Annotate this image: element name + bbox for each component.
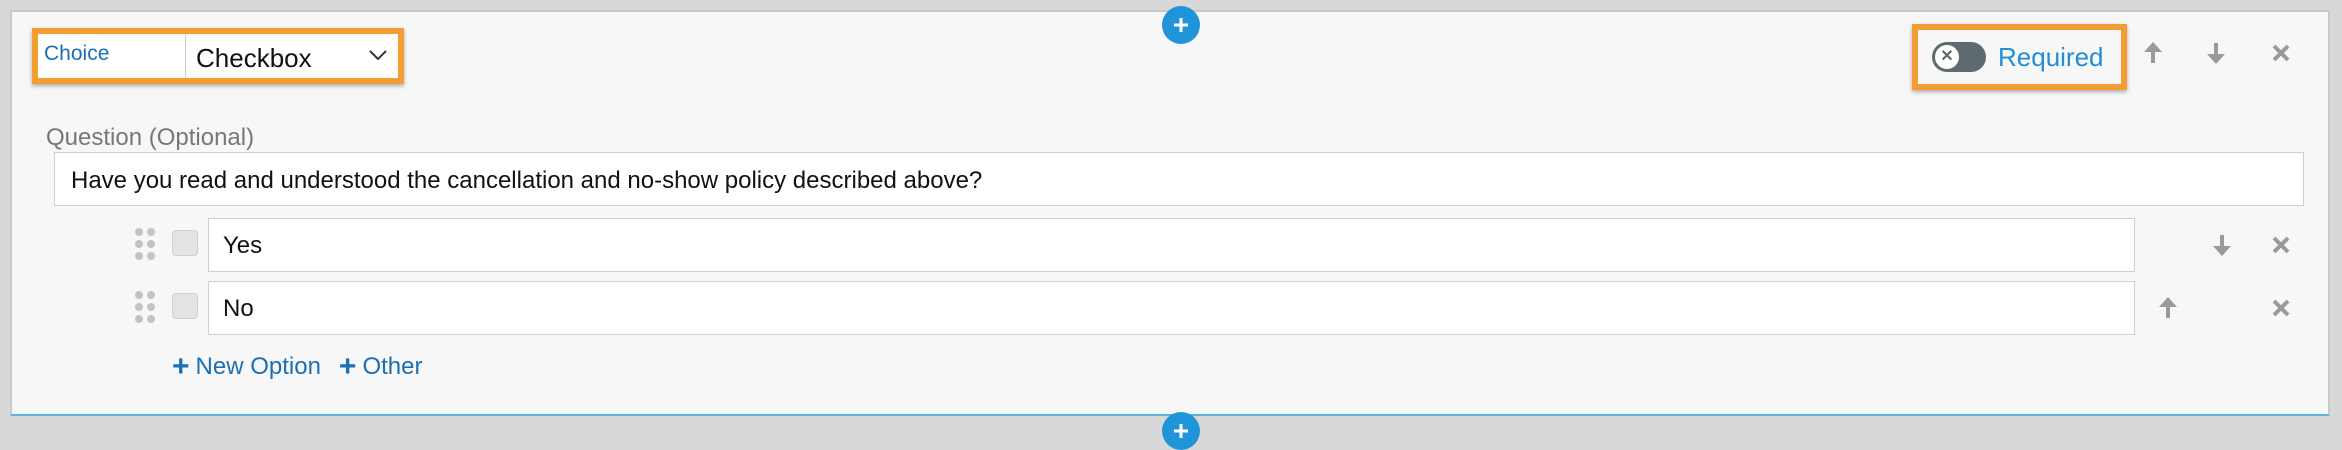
question-card: Choice Checkbox ✕ Required Question (Opt…: [10, 6, 2332, 450]
move-option-up-button[interactable]: [2153, 293, 2183, 323]
arrow-down-icon: [2213, 235, 2231, 256]
other-option-label: Other: [362, 353, 423, 380]
question-label: Question (Optional): [46, 124, 255, 151]
add-option-links: + New Option + Other: [172, 352, 422, 382]
plus-icon: +: [172, 350, 190, 383]
question-type-value: Checkbox: [196, 43, 312, 73]
close-icon: [2272, 299, 2290, 317]
plus-icon: [1174, 424, 1188, 438]
delete-question-button[interactable]: [2266, 38, 2296, 68]
option-row: No: [12, 281, 2332, 335]
close-icon: [2272, 44, 2290, 62]
move-option-down-button[interactable]: [2207, 230, 2237, 260]
delete-option-button[interactable]: [2266, 293, 2296, 323]
arrow-down-icon: [2207, 43, 2225, 64]
option-input[interactable]: No: [208, 281, 2135, 335]
drag-handle-icon[interactable]: [135, 228, 155, 260]
add-block-below-button[interactable]: [1162, 412, 1200, 450]
option-checkbox[interactable]: [172, 293, 198, 319]
new-option-label: New Option: [195, 353, 321, 380]
move-question-up-button[interactable]: [2138, 38, 2168, 68]
question-type-label: Choice: [38, 34, 186, 78]
new-option-link[interactable]: + New Option: [172, 352, 321, 382]
required-label[interactable]: Required: [1998, 42, 2104, 73]
option-row: Yes: [12, 218, 2332, 272]
delete-option-button[interactable]: [2266, 230, 2296, 260]
drag-handle-icon[interactable]: [135, 291, 155, 323]
plus-icon: +: [338, 350, 357, 383]
close-icon: [2272, 236, 2290, 254]
arrow-up-icon: [2159, 297, 2177, 318]
required-toggle-group: ✕ Required: [1912, 24, 2127, 90]
required-toggle[interactable]: ✕: [1932, 42, 1986, 72]
option-checkbox[interactable]: [172, 230, 198, 256]
plus-icon: [1174, 18, 1188, 32]
other-option-link[interactable]: + Other: [339, 352, 423, 382]
option-input[interactable]: Yes: [208, 218, 2135, 272]
chevron-down-icon: [369, 50, 387, 61]
question-type-selector: Choice Checkbox: [32, 28, 404, 84]
move-question-down-button[interactable]: [2201, 38, 2231, 68]
add-block-above-button[interactable]: [1162, 6, 1200, 44]
question-input[interactable]: Have you read and understood the cancell…: [54, 152, 2304, 206]
close-icon: ✕: [1935, 45, 1959, 69]
arrow-up-icon: [2144, 42, 2162, 63]
question-type-dropdown[interactable]: Checkbox: [186, 34, 398, 78]
